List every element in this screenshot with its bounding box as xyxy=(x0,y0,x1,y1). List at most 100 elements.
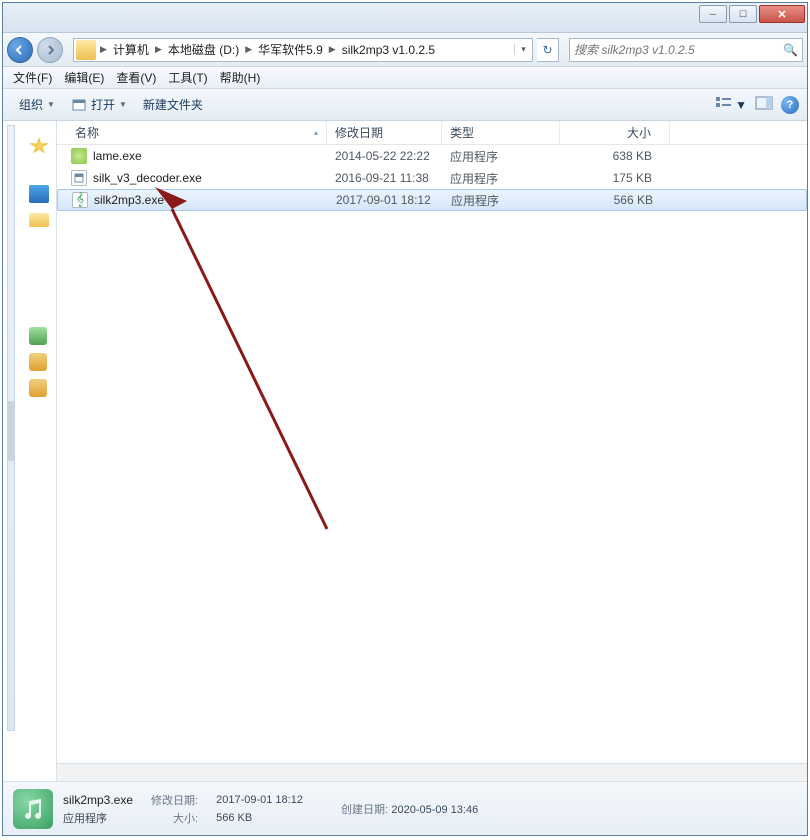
explorer-window: ─ ☐ ✕ ▶ 计算机 ▶ 本地磁盘 (D:) ▶ 华军软件5.9 ▶ silk… xyxy=(2,2,808,836)
close-button[interactable]: ✕ xyxy=(759,5,805,23)
open-button[interactable]: 打开 ▼ xyxy=(63,92,135,117)
details-filename: silk2mp3.exe xyxy=(63,793,133,807)
chevron-right-icon[interactable]: ▶ xyxy=(98,44,109,55)
search-icon[interactable]: 🔍 xyxy=(783,43,798,57)
menu-edit[interactable]: 编辑(E) xyxy=(58,67,110,88)
file-large-icon xyxy=(13,789,53,829)
toolbar: 组织 ▼ 打开 ▼ 新建文件夹 ▼ ? xyxy=(3,89,807,121)
maximize-icon: ☐ xyxy=(739,9,747,20)
folder-icon xyxy=(76,40,96,60)
details-size-label: 大小: xyxy=(151,810,198,826)
chevron-right-icon[interactable]: ▶ xyxy=(243,44,254,55)
file-type: 应用程序 xyxy=(442,148,560,165)
column-header-name[interactable]: 名称 ▴ xyxy=(57,121,327,144)
details-created: 创建日期: 2020-05-09 13:46 xyxy=(341,801,478,817)
details-pane: silk2mp3.exe 修改日期: 2017-09-01 18:12 应用程序… xyxy=(3,781,807,835)
sort-arrow-icon: ▴ xyxy=(314,128,318,137)
details-modified-label: 修改日期: xyxy=(151,792,198,808)
organize-label: 组织 xyxy=(19,96,43,113)
sidebar-scrollbar[interactable] xyxy=(7,401,15,461)
favorites-icon[interactable] xyxy=(29,137,49,155)
organize-button[interactable]: 组织 ▼ xyxy=(11,92,63,117)
file-type: 应用程序 xyxy=(443,192,561,209)
column-header-date[interactable]: 修改日期 xyxy=(327,121,442,144)
sidebar-item[interactable] xyxy=(29,379,47,397)
details-created-label: 创建日期: xyxy=(341,804,388,816)
details-size-value: 566 KB xyxy=(216,812,303,824)
menu-help[interactable]: 帮助(H) xyxy=(214,67,267,88)
navbar: ▶ 计算机 ▶ 本地磁盘 (D:) ▶ 华军软件5.9 ▶ silk2mp3 v… xyxy=(3,33,807,67)
window-controls: ─ ☐ ✕ xyxy=(697,5,805,23)
file-name: silk_v3_decoder.exe xyxy=(93,171,202,185)
file-row[interactable]: silk_v3_decoder.exe 2016-09-21 11:38应用程序1… xyxy=(57,167,807,189)
menu-file[interactable]: 文件(F) xyxy=(7,67,58,88)
search-box[interactable]: 🔍 xyxy=(569,38,803,62)
breadcrumb-segment[interactable]: silk2mp3 v1.0.2.5 xyxy=(338,43,439,57)
body: 名称 ▴ 修改日期 类型 大小 lame.exe2014-05-22 22:22… xyxy=(3,121,807,781)
chevron-down-icon: ▼ xyxy=(119,100,127,109)
file-date: 2014-05-22 22:22 xyxy=(327,149,442,163)
breadcrumb-segment[interactable]: 计算机 xyxy=(109,41,153,58)
menu-tools[interactable]: 工具(T) xyxy=(162,67,213,88)
file-date: 2017-09-01 18:12 xyxy=(328,193,443,207)
refresh-button[interactable]: ↻ xyxy=(537,38,559,62)
refresh-icon: ↻ xyxy=(542,43,552,57)
chevron-down-icon: ▼ xyxy=(735,98,747,112)
breadcrumb-dropdown[interactable]: ▾ xyxy=(514,44,532,55)
file-row[interactable]: 𝄞 silk2mp3.exe 2017-09-01 18:12应用程序566 KB xyxy=(57,189,807,211)
file-size: 638 KB xyxy=(560,149,670,163)
help-button[interactable]: ? xyxy=(781,96,799,114)
details-modified-value: 2017-09-01 18:12 xyxy=(216,794,303,806)
details-created-value: 2020-05-09 13:46 xyxy=(391,804,478,816)
minimize-icon: ─ xyxy=(710,9,716,19)
view-icon xyxy=(715,96,733,113)
file-type: 应用程序 xyxy=(442,170,560,187)
titlebar: ─ ☐ ✕ xyxy=(3,3,807,33)
horizontal-scrollbar[interactable] xyxy=(57,763,807,781)
file-icon xyxy=(71,170,87,186)
file-date: 2016-09-21 11:38 xyxy=(327,171,442,185)
folder-icon[interactable] xyxy=(29,213,49,227)
menu-view[interactable]: 查看(V) xyxy=(110,67,162,88)
navigation-pane[interactable] xyxy=(3,121,57,781)
file-icon xyxy=(71,148,87,164)
column-header-size[interactable]: 大小 xyxy=(560,121,670,144)
file-rows: lame.exe2014-05-22 22:22应用程序638 KBsilk_v… xyxy=(57,145,807,763)
new-folder-label: 新建文件夹 xyxy=(143,96,203,113)
forward-button[interactable] xyxy=(37,37,63,63)
chevron-right-icon[interactable]: ▶ xyxy=(153,44,164,55)
details-type: 应用程序 xyxy=(63,810,133,826)
sidebar-item[interactable] xyxy=(29,327,47,345)
help-icon: ? xyxy=(787,99,794,111)
breadcrumb-segment[interactable]: 华军软件5.9 xyxy=(254,41,327,58)
sidebar-item[interactable] xyxy=(29,353,47,371)
chevron-down-icon: ▼ xyxy=(47,100,55,109)
new-folder-button[interactable]: 新建文件夹 xyxy=(135,92,211,117)
open-label: 打开 xyxy=(91,96,115,113)
forward-arrow-icon xyxy=(44,44,56,56)
column-header-type[interactable]: 类型 xyxy=(442,121,560,144)
minimize-button[interactable]: ─ xyxy=(699,5,727,23)
file-name: silk2mp3.exe xyxy=(94,193,164,207)
back-button[interactable] xyxy=(7,37,33,63)
breadcrumb-segment[interactable]: 本地磁盘 (D:) xyxy=(164,41,243,58)
toolbar-right: ▼ ? xyxy=(715,96,799,114)
file-size: 175 KB xyxy=(560,171,670,185)
preview-pane-button[interactable] xyxy=(755,96,773,113)
details-info: silk2mp3.exe 修改日期: 2017-09-01 18:12 应用程序… xyxy=(63,792,321,826)
file-list-pane: 名称 ▴ 修改日期 类型 大小 lame.exe2014-05-22 22:22… xyxy=(57,121,807,781)
computer-icon[interactable] xyxy=(29,185,49,203)
view-mode-button[interactable]: ▼ xyxy=(715,96,747,113)
menubar: 文件(F) 编辑(E) 查看(V) 工具(T) 帮助(H) xyxy=(3,67,807,89)
file-row[interactable]: lame.exe2014-05-22 22:22应用程序638 KB xyxy=(57,145,807,167)
file-size: 566 KB xyxy=(561,193,671,207)
back-arrow-icon xyxy=(14,44,26,56)
file-icon: 𝄞 xyxy=(72,192,88,208)
breadcrumb[interactable]: ▶ 计算机 ▶ 本地磁盘 (D:) ▶ 华军软件5.9 ▶ silk2mp3 v… xyxy=(73,38,533,62)
column-header-label: 名称 xyxy=(75,124,99,141)
column-headers: 名称 ▴ 修改日期 类型 大小 xyxy=(57,121,807,145)
chevron-right-icon[interactable]: ▶ xyxy=(327,44,338,55)
preview-pane-icon xyxy=(755,96,773,110)
search-input[interactable] xyxy=(574,43,783,57)
maximize-button[interactable]: ☐ xyxy=(729,5,757,23)
